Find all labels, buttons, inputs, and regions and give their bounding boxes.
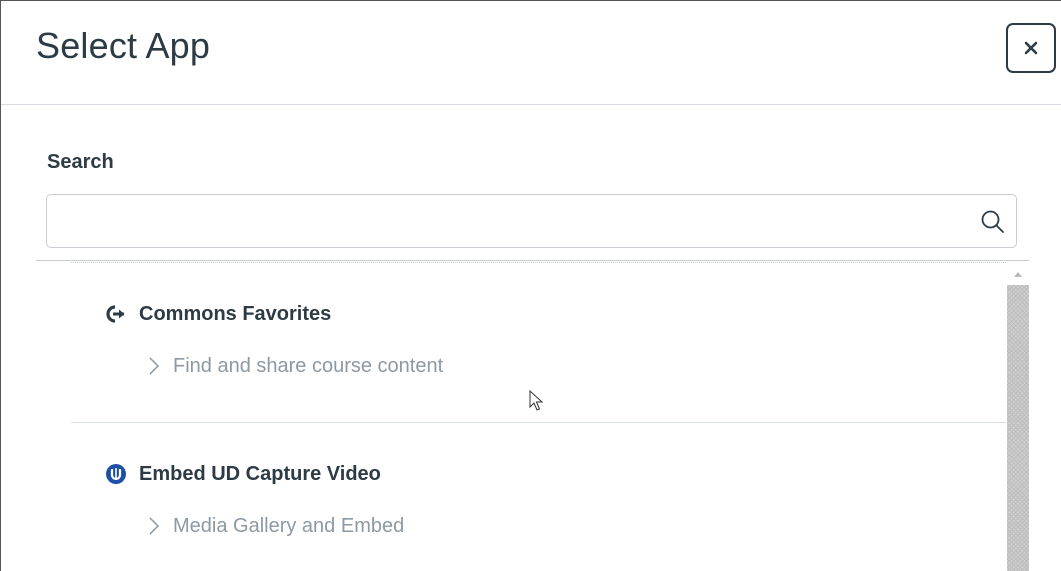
search-label: Search (47, 151, 114, 173)
list-separator (36, 260, 1029, 261)
close-button[interactable] (1006, 23, 1056, 73)
chevron-right-icon (149, 517, 160, 535)
item-divider (71, 422, 1006, 423)
dialog-title: Select App (36, 25, 211, 66)
commons-icon (105, 303, 127, 325)
list-item[interactable]: Commons Favorites Find and share course … (105, 301, 985, 379)
list-item[interactable]: Embed UD Capture Video Media Gallery and… (105, 461, 985, 539)
select-app-dialog: Select App Search Commons Favorites Find… (0, 0, 1061, 571)
scroll-up-button[interactable] (1007, 263, 1029, 285)
app-launch-link[interactable]: Media Gallery and Embed (147, 513, 985, 539)
chevron-right-icon (149, 357, 160, 375)
app-list: Commons Favorites Find and share course … (1, 263, 1061, 571)
triangle-up-icon (1014, 272, 1022, 277)
search-input[interactable] (57, 203, 961, 241)
app-name[interactable]: Embed UD Capture Video (139, 463, 381, 486)
ud-capture-icon (105, 463, 127, 485)
app-description[interactable]: Find and share course content (173, 355, 443, 378)
search-icon[interactable] (979, 208, 1007, 236)
app-header[interactable]: Embed UD Capture Video (105, 461, 985, 487)
dialog-header: Select App (1, 1, 1061, 105)
search-field[interactable] (46, 194, 1017, 248)
mouse-pointer-icon (529, 390, 543, 411)
close-icon (1024, 41, 1038, 55)
app-launch-link[interactable]: Find and share course content (147, 353, 985, 379)
scrollbar-thumb[interactable] (1007, 285, 1029, 571)
app-name[interactable]: Commons Favorites (139, 303, 331, 326)
list-scrollbar[interactable] (1007, 263, 1029, 571)
app-header[interactable]: Commons Favorites (105, 301, 985, 327)
app-description[interactable]: Media Gallery and Embed (173, 515, 404, 538)
